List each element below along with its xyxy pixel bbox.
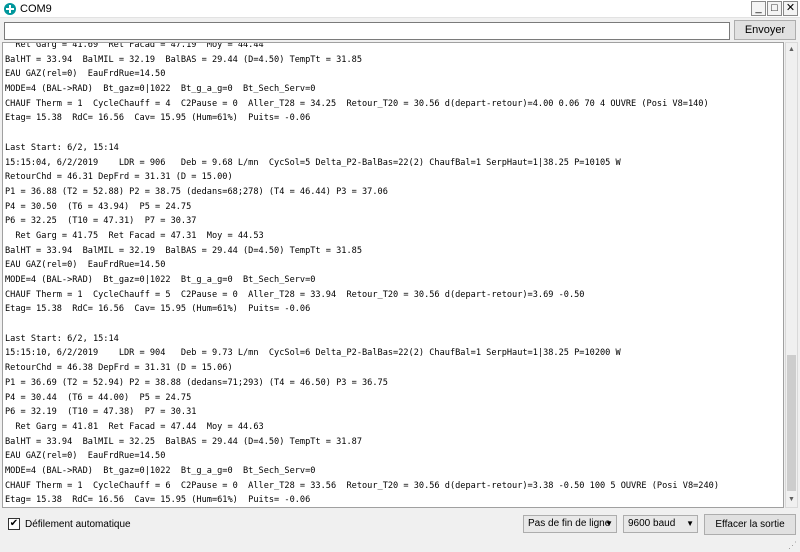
baud-rate-select[interactable]: 9600 baud ▼ — [623, 515, 698, 533]
send-button[interactable]: Envoyer — [734, 20, 796, 40]
autoscroll-checkbox[interactable]: ✔ — [8, 518, 20, 530]
autoscroll-toggle[interactable]: ✔ Défilement automatique — [8, 517, 131, 531]
console-line: P6 = 32.19 (T10 = 47.38) P7 = 30.31 — [5, 407, 197, 418]
bottom-toolbar: ✔ Défilement automatique Pas de fin de l… — [0, 510, 800, 552]
resize-grip-icon[interactable]: ⋰ — [788, 540, 798, 550]
console-line: RetourChd = 46.31 DepFrd = 31.31 (D = 15… — [5, 172, 233, 183]
console-line: P1 = 36.69 (T2 = 52.94) P2 = 38.88 (deda… — [5, 377, 388, 388]
line-ending-select[interactable]: Pas de fin de ligne ▼ — [523, 515, 617, 533]
close-button[interactable]: ✕ — [783, 1, 798, 16]
console-line: CHAUF Therm = 1 CycleChauff = 5 C2Pause … — [5, 289, 585, 300]
arduino-app-icon — [4, 3, 16, 15]
console-line: Etag= 15.38 RdC= 16.56 Cav= 15.95 (Hum=6… — [5, 113, 311, 124]
console-line: Ret Garg = 41.69 Ret Facad = 47.19 Moy =… — [5, 42, 264, 50]
console-line: MODE=4 (BAL->RAD) Bt_gaz=0|1022 Bt_g_a_g… — [5, 84, 316, 95]
window-title: COM9 — [20, 3, 52, 15]
scroll-up-arrow-icon[interactable]: ▲ — [786, 43, 797, 57]
baud-rate-value: 9600 baud — [628, 518, 676, 529]
console-line: Etag= 15.38 RdC= 16.56 Cav= 15.95 (Hum=6… — [5, 304, 311, 315]
minimize-button[interactable]: _ — [751, 1, 766, 16]
scroll-down-arrow-icon[interactable]: ▼ — [786, 493, 797, 507]
console-line: CHAUF Therm = 1 CycleChauff = 4 C2Pause … — [5, 98, 709, 109]
console-scrollbar[interactable]: ▲ ▼ — [785, 42, 798, 508]
console-line: P1 = 36.88 (T2 = 52.88) P2 = 38.75 (deda… — [5, 186, 388, 197]
chevron-down-icon: ▼ — [605, 519, 613, 528]
scroll-thumb[interactable] — [787, 355, 796, 491]
console-line: Ret Garg = 41.75 Ret Facad = 47.31 Moy =… — [5, 230, 264, 241]
autoscroll-label: Défilement automatique — [25, 518, 131, 530]
chevron-down-icon: ▼ — [686, 519, 694, 528]
console-line: 15:15:04, 6/2/2019 LDR = 906 Deb = 9.68 … — [5, 157, 621, 168]
console-line: Ret Garg = 41.81 Ret Facad = 47.44 Moy =… — [5, 421, 264, 432]
title-bar: COM9 _ □ ✕ — [0, 0, 800, 18]
clear-output-button[interactable]: Effacer la sortie — [704, 514, 796, 535]
console-line: P4 = 30.50 (T6 = 43.94) P5 = 24.75 — [5, 201, 192, 212]
console-line: CHAUF Therm = 1 CycleChauff = 6 C2Pause … — [5, 480, 719, 491]
console-line: BalHT = 33.94 BalMIL = 32.25 BalBAS = 29… — [5, 436, 362, 447]
console-line: MODE=4 (BAL->RAD) Bt_gaz=0|1022 Bt_g_a_g… — [5, 275, 316, 285]
console-text: Ret Garg = 41.69 Ret Facad = 47.19 Moy =… — [5, 42, 781, 507]
console-line: MODE=4 (BAL->RAD) Bt_gaz=0|1022 Bt_g_a_g… — [5, 465, 316, 476]
console-line: P4 = 30.44 (T6 = 44.00) P5 = 24.75 — [5, 392, 192, 403]
console-line: EAU GAZ(rel=0) EauFrdRue=14.50 — [5, 260, 166, 271]
console-line: 15:15:10, 6/2/2019 LDR = 904 Deb = 9.73 … — [5, 348, 621, 359]
console-line: RetourChd = 46.38 DepFrd = 31.31 (D = 15… — [5, 363, 233, 374]
line-ending-value: Pas de fin de ligne — [528, 518, 611, 529]
console-line: EAU GAZ(rel=0) EauFrdRue=14.50 — [5, 451, 166, 462]
console-line: Last Start: 6/2, 15:14 — [5, 333, 119, 344]
console-line: BalHT = 33.94 BalMIL = 32.19 BalBAS = 29… — [5, 54, 362, 65]
console-line: P6 = 32.25 (T10 = 47.31) P7 = 30.37 — [5, 216, 197, 227]
console-line: Etag= 15.38 RdC= 16.56 Cav= 15.95 (Hum=6… — [5, 495, 311, 506]
console-line: BalHT = 33.94 BalMIL = 32.19 BalBAS = 29… — [5, 245, 362, 256]
serial-send-input[interactable] — [4, 22, 730, 40]
console-line: Last Start: 6/2, 15:14 — [5, 142, 119, 153]
maximize-button[interactable]: □ — [767, 1, 782, 16]
console-line: EAU GAZ(rel=0) EauFrdRue=14.50 — [5, 69, 166, 80]
serial-output-console[interactable]: Ret Garg = 41.69 Ret Facad = 47.19 Moy =… — [2, 42, 784, 508]
